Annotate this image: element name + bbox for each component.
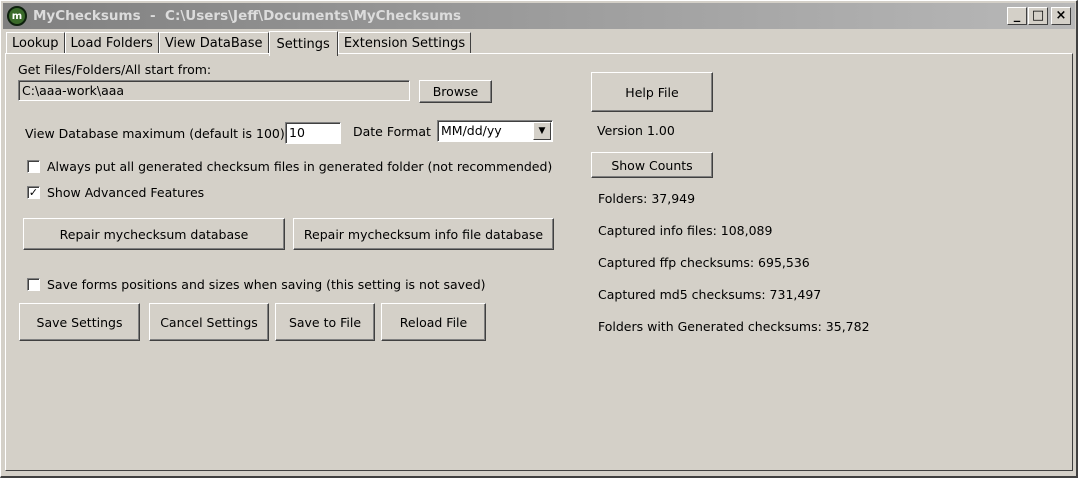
settings-panel: Get Files/Folders/All start from: C:\aaa… bbox=[5, 53, 1073, 471]
show-counts-button[interactable]: Show Counts bbox=[591, 152, 713, 178]
title-bar[interactable]: m MyChecksums - C:\Users\Jeff\Documents\… bbox=[3, 3, 1075, 29]
help-file-button[interactable]: Help File bbox=[591, 72, 713, 112]
cancel-settings-button[interactable]: Cancel Settings bbox=[149, 303, 269, 341]
repair-database-button[interactable]: Repair mychecksum database bbox=[23, 218, 285, 250]
save-forms-option[interactable]: Save forms positions and sizes when savi… bbox=[27, 277, 486, 292]
advanced-features-option[interactable]: ✓ Show Advanced Features bbox=[27, 185, 204, 200]
maximize-button[interactable]: □ bbox=[1028, 7, 1048, 25]
reload-file-button[interactable]: Reload File bbox=[381, 303, 486, 341]
save-forms-label: Save forms positions and sizes when savi… bbox=[47, 277, 486, 292]
version-label: Version 1.00 bbox=[597, 123, 675, 138]
start-from-label: Get Files/Folders/All start from: bbox=[18, 62, 212, 77]
window-title: MyChecksums - C:\Users\Jeff\Documents\My… bbox=[33, 8, 462, 24]
minimize-button[interactable]: _ bbox=[1007, 7, 1027, 25]
tab-extension-settings[interactable]: Extension Settings bbox=[337, 32, 472, 54]
view-db-max-label: View Database maximum (default is 100) bbox=[25, 126, 285, 141]
start-from-path-field[interactable]: C:\aaa-work\aaa bbox=[18, 80, 410, 101]
repair-info-database-button[interactable]: Repair mychecksum info file database bbox=[293, 218, 554, 250]
view-db-max-input[interactable]: 10 bbox=[285, 122, 341, 144]
captured-ffp-count: Captured ffp checksums: 695,536 bbox=[598, 255, 810, 270]
tab-settings[interactable]: Settings bbox=[268, 31, 338, 56]
date-format-value: MM/dd/yy bbox=[441, 123, 502, 138]
advanced-features-checkbox[interactable]: ✓ bbox=[27, 186, 40, 199]
captured-md5-count: Captured md5 checksums: 731,497 bbox=[598, 287, 822, 302]
window-controls: _ □ × bbox=[1006, 7, 1071, 25]
main-window: m MyChecksums - C:\Users\Jeff\Documents\… bbox=[0, 0, 1078, 478]
folders-generated-count: Folders with Generated checksums: 35,782 bbox=[598, 319, 870, 334]
date-format-select[interactable]: MM/dd/yy ▼ bbox=[437, 120, 553, 142]
chevron-down-icon[interactable]: ▼ bbox=[533, 122, 551, 140]
advanced-features-label: Show Advanced Features bbox=[47, 185, 205, 200]
date-format-label: Date Format bbox=[353, 124, 431, 139]
tab-load-folders[interactable]: Load Folders bbox=[64, 32, 159, 54]
tab-view-database[interactable]: View DataBase bbox=[158, 32, 269, 54]
save-forms-checkbox[interactable] bbox=[27, 278, 40, 291]
tab-lookup[interactable]: Lookup bbox=[6, 32, 65, 54]
captured-info-files-count: Captured info files: 108,089 bbox=[598, 223, 773, 238]
folders-count: Folders: 37,949 bbox=[598, 191, 696, 206]
tab-strip: Lookup Load Folders View DataBase Settin… bbox=[6, 30, 472, 56]
generated-folder-option[interactable]: Always put all generated checksum files … bbox=[27, 159, 552, 174]
browse-button[interactable]: Browse bbox=[419, 80, 492, 103]
save-settings-button[interactable]: Save Settings bbox=[19, 303, 140, 341]
save-to-file-button[interactable]: Save to File bbox=[275, 303, 375, 341]
generated-folder-checkbox[interactable] bbox=[27, 160, 40, 173]
app-icon: m bbox=[7, 6, 27, 26]
generated-folder-label: Always put all generated checksum files … bbox=[47, 159, 553, 174]
close-button[interactable]: × bbox=[1051, 7, 1071, 25]
